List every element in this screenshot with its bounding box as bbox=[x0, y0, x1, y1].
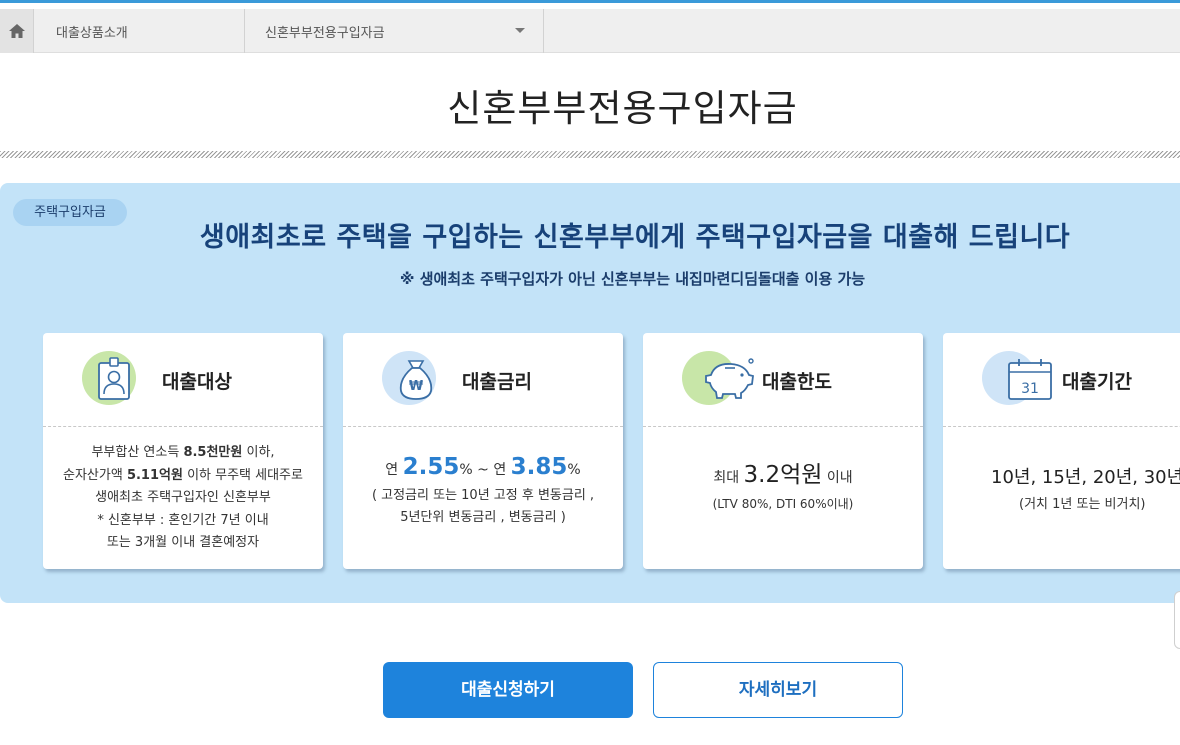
card-title: 대출한도 bbox=[762, 371, 832, 393]
banner-subline: ※ 생애최초 주택구입자가 아닌 신혼부부는 내집마련디딤돌대출 이용 가능 bbox=[399, 270, 866, 288]
calendar-icon: 31 bbox=[1008, 359, 1052, 400]
breadcrumb-item-loan-products[interactable]: 대출상품소개 bbox=[34, 9, 245, 53]
rate-note-line: ( 고정금리 또는 10년 고정 후 변동금리 , bbox=[371, 488, 595, 503]
home-icon bbox=[8, 24, 25, 38]
text: 이하 무주택 세대주로 bbox=[182, 467, 303, 483]
period-options: 10년, 15년, 20년, 30년 bbox=[991, 467, 1180, 488]
card-loan-period: 31 대출기간 10년, 15년, 20년, 30년 (거치 1년 또는 비거치… bbox=[943, 333, 1180, 569]
money-bag-icon: ₩ bbox=[399, 360, 433, 400]
rate-max-value: 3.85 bbox=[510, 454, 568, 480]
side-floating-tab[interactable] bbox=[1174, 591, 1180, 649]
card-body: 연 2.55% ~ 연 3.85% ( 고정금리 또는 10년 고정 후 변동금… bbox=[343, 427, 623, 529]
card-body: 10년, 15년, 20년, 30년 (거치 1년 또는 비거치) bbox=[943, 427, 1180, 512]
card-header: ₩ 대출금리 bbox=[343, 333, 623, 427]
divider bbox=[0, 151, 1180, 158]
text: 최대 bbox=[713, 470, 744, 486]
rate-note-line: 5년단위 변동금리 , 변동금리 ) bbox=[400, 510, 566, 525]
text: ~ 연 bbox=[472, 462, 511, 478]
card-loan-rate: ₩ 대출금리 연 2.55% ~ 연 3.85% ( 고정금리 또는 10년 고… bbox=[343, 333, 623, 569]
chevron-down-icon bbox=[515, 28, 525, 33]
id-badge-icon bbox=[98, 357, 130, 400]
card-body: 최대 3.2억원 이내 (LTV 80%, DTI 60%이내) bbox=[643, 427, 923, 512]
card-header: 대출한도 bbox=[643, 333, 923, 427]
text: 순자산가액 bbox=[63, 467, 127, 483]
card-header: 대출대상 bbox=[43, 333, 323, 427]
breadcrumb-item-label: 대출상품소개 bbox=[56, 25, 128, 41]
card-title: 대출대상 bbox=[162, 371, 232, 393]
card-body: 부부합산 연소득 8.5천만원 이하, 순자산가액 5.11억원 이하 무주택 … bbox=[43, 427, 323, 555]
target-line-4: * 신혼부부 : 혼인기간 7년 이내 bbox=[97, 512, 269, 528]
page-title: 신혼부부전용구입자금 bbox=[447, 87, 798, 130]
target-line-5: 또는 3개월 이내 결혼예정자 bbox=[106, 535, 260, 550]
text: 이하, bbox=[242, 445, 275, 460]
text: 부부합산 연소득 bbox=[91, 445, 184, 460]
limit-amount: 최대 3.2억원 이내 bbox=[643, 427, 923, 489]
view-details-button[interactable]: 자세히보기 bbox=[653, 662, 903, 718]
text: 연 bbox=[385, 462, 403, 478]
apply-loan-button[interactable]: 대출신청하기 bbox=[383, 662, 633, 718]
breadcrumb-item-label: 신혼부부전용구입자금 bbox=[265, 25, 385, 41]
calendar-day-text: 31 bbox=[1021, 381, 1039, 397]
income-limit: 8.5천만원 bbox=[183, 445, 243, 460]
banner-headline: 생애최초로 주택을 구입하는 신혼부부에게 주택구입자금을 대출해 드립니다 bbox=[199, 222, 1071, 253]
asset-limit: 5.11억원 bbox=[126, 467, 183, 483]
card-loan-limit: 대출한도 최대 3.2억원 이내 (LTV 80%, DTI 60%이내) bbox=[643, 333, 923, 569]
period-note: (거치 1년 또는 비거치) bbox=[1019, 497, 1146, 512]
card-title: 대출금리 bbox=[462, 371, 532, 393]
piggy-bank-icon bbox=[705, 358, 754, 399]
unit: % bbox=[459, 462, 473, 478]
svg-text:₩: ₩ bbox=[409, 379, 424, 394]
card-loan-target: 대출대상 부부합산 연소득 8.5천만원 이하, 순자산가액 5.11억원 이하… bbox=[43, 333, 323, 569]
card-title: 대출기간 bbox=[1062, 371, 1132, 393]
card-header: 31 대출기간 bbox=[943, 333, 1180, 427]
top-accent-line bbox=[0, 0, 1180, 9]
target-line-1: 부부합산 연소득 8.5천만원 이하, bbox=[43, 442, 323, 465]
home-button[interactable] bbox=[0, 9, 34, 53]
unit: % bbox=[567, 462, 581, 478]
rate-note: ( 고정금리 또는 10년 고정 후 변동금리 , 5년단위 변동금리 , 변동… bbox=[343, 485, 623, 529]
breadcrumb-dropdown-product[interactable]: 신혼부부전용구입자금 bbox=[245, 9, 544, 53]
breadcrumb: 대출상품소개 신혼부부전용구입자금 bbox=[0, 9, 1180, 53]
rate-range: 연 2.55% ~ 연 3.85% bbox=[343, 427, 623, 480]
target-line-2: 순자산가액 5.11억원 이하 무주택 세대주로 bbox=[43, 465, 323, 488]
rate-min-value: 2.55 bbox=[402, 454, 460, 480]
target-line-3: 생애최초 주택구입자인 신혼부부 bbox=[95, 490, 271, 505]
limit-note: (LTV 80%, DTI 60%이내) bbox=[712, 497, 854, 511]
limit-value: 3.2억원 bbox=[743, 462, 823, 488]
text: 이내 bbox=[822, 470, 853, 486]
